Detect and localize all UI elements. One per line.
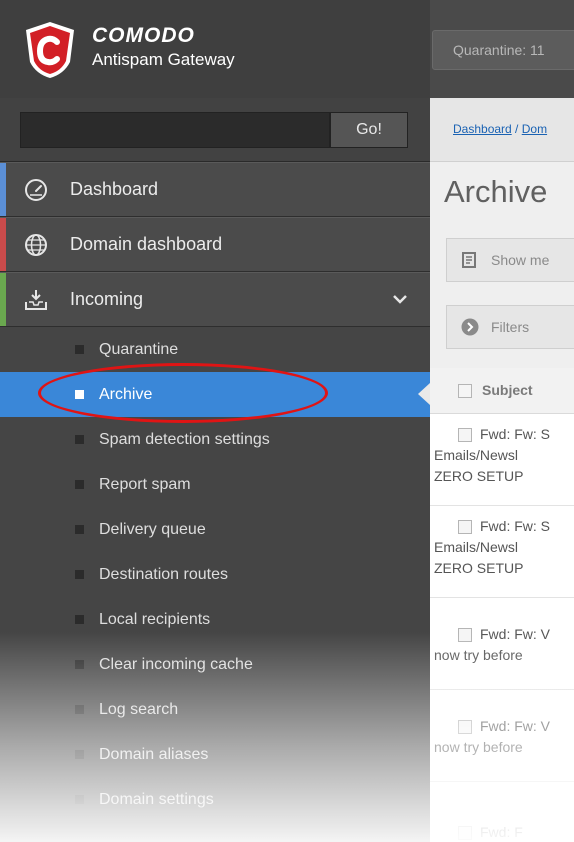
sidebar-item-label: Local recipients bbox=[99, 611, 211, 628]
row-subject-line-2: now try before bbox=[434, 739, 523, 755]
row-subject-line-3: ZERO SETUP bbox=[434, 560, 524, 576]
comodo-shield-logo-icon bbox=[26, 22, 74, 78]
row-subject-line-1: Fwd: Fw: S bbox=[480, 518, 551, 534]
chevron-down-icon[interactable] bbox=[392, 291, 408, 307]
sidebar-item-label: Domain settings bbox=[99, 791, 214, 808]
breadcrumb-link-domain[interactable]: Dom bbox=[522, 122, 547, 136]
bullet-icon bbox=[75, 660, 84, 669]
sidebar-item-label: Domain dashboard bbox=[70, 234, 223, 254]
table-header-subject[interactable]: Subject bbox=[430, 368, 574, 414]
row-subject-line-2: Emails/Newsl bbox=[434, 539, 519, 555]
sidebar-item-dashboard[interactable]: Dashboard bbox=[0, 162, 430, 217]
table-row[interactable]: Fwd: Fw: S Emails/Newsl ZERO SETUP bbox=[430, 414, 574, 506]
accent-bar bbox=[0, 163, 6, 216]
row-checkbox[interactable] bbox=[458, 720, 472, 734]
row-subject-line-1: Fwd: F bbox=[480, 824, 523, 840]
sidebar-item-label: Delivery queue bbox=[99, 521, 206, 538]
go-button[interactable]: Go! bbox=[330, 112, 408, 148]
sidebar-item-delivery-queue[interactable]: Delivery queue bbox=[0, 507, 430, 552]
sidebar-item-label: Log search bbox=[99, 701, 179, 718]
sidebar-item-label: Clear incoming cache bbox=[99, 656, 253, 673]
breadcrumb: Dashboard / Dom bbox=[430, 98, 574, 162]
sidebar-item-quarantine[interactable]: Quarantine bbox=[0, 327, 430, 372]
sidebar-item-incoming[interactable]: Incoming bbox=[0, 272, 430, 327]
search-input[interactable] bbox=[20, 112, 330, 148]
row-subject-line-2: Emails/Newsl bbox=[434, 447, 519, 463]
sidebar-item-spam-detection-settings[interactable]: Spam detection settings bbox=[0, 417, 430, 462]
document-icon bbox=[462, 252, 476, 268]
sidebar-item-label: Dashboard bbox=[70, 179, 159, 199]
table-row[interactable]: Fwd: Fw: V now try before bbox=[430, 598, 574, 690]
brand-name: COMODO bbox=[92, 24, 195, 47]
sidebar-item-domain-dashboard[interactable]: Domain dashboard bbox=[0, 217, 430, 272]
sidebar-item-label: Quarantine bbox=[99, 341, 179, 358]
accent-bar bbox=[0, 273, 6, 326]
bullet-icon bbox=[75, 390, 84, 399]
sidebar: Go! Dashboard Domain dashboard Incoming bbox=[0, 98, 430, 842]
filters-button[interactable]: Filters bbox=[446, 305, 574, 349]
row-checkbox[interactable] bbox=[458, 520, 472, 534]
select-all-checkbox[interactable] bbox=[458, 384, 472, 398]
bullet-icon bbox=[75, 480, 84, 489]
bullet-icon bbox=[75, 525, 84, 534]
logo-area[interactable]: COMODO Antispam Gateway bbox=[0, 0, 430, 98]
archive-table: Subject Fwd: Fw: S Emails/Newsl ZERO SET… bbox=[430, 368, 574, 842]
sidebar-item-label: Domain aliases bbox=[99, 746, 209, 763]
row-subject-line-1: Fwd: Fw: S bbox=[480, 426, 551, 442]
sidebar-item-clear-incoming-cache[interactable]: Clear incoming cache bbox=[0, 642, 430, 687]
bullet-icon bbox=[75, 570, 84, 579]
column-header-label: Subject bbox=[482, 382, 533, 398]
show-me-label: Show me bbox=[491, 252, 550, 268]
globe-icon bbox=[25, 234, 47, 256]
bullet-icon bbox=[75, 705, 84, 714]
quarantine-count-button[interactable]: Quarantine: 11 bbox=[432, 30, 574, 70]
sidebar-item-label: Destination routes bbox=[99, 566, 228, 583]
active-indicator-arrow bbox=[418, 383, 430, 405]
table-row[interactable]: Fwd: F bbox=[430, 782, 574, 842]
sidebar-item-label: Spam detection settings bbox=[99, 431, 270, 448]
row-subject-line-1: Fwd: Fw: V bbox=[480, 718, 551, 734]
search-bar: Go! bbox=[0, 98, 430, 162]
product-name: Antispam Gateway bbox=[92, 50, 235, 69]
row-checkbox[interactable] bbox=[458, 628, 472, 642]
bullet-icon bbox=[75, 750, 84, 759]
sidebar-item-destination-routes[interactable]: Destination routes bbox=[0, 552, 430, 597]
sidebar-item-archive[interactable]: Archive bbox=[0, 372, 430, 417]
chevron-right-circle-icon bbox=[461, 318, 479, 336]
sidebar-item-domain-settings[interactable]: Domain settings bbox=[0, 777, 430, 822]
table-row[interactable]: Fwd: Fw: V now try before bbox=[430, 690, 574, 782]
bullet-icon bbox=[75, 345, 84, 354]
bullet-icon bbox=[75, 615, 84, 624]
sidebar-item-label: Incoming bbox=[70, 289, 144, 309]
sidebar-item-log-search[interactable]: Log search bbox=[0, 687, 430, 732]
row-subject-line-3: ZERO SETUP bbox=[434, 468, 524, 484]
filters-label: Filters bbox=[491, 319, 530, 335]
sidebar-item-label: Report spam bbox=[99, 476, 191, 493]
row-checkbox[interactable] bbox=[458, 826, 472, 840]
sidebar-item-domain-aliases[interactable]: Domain aliases bbox=[0, 732, 430, 777]
bullet-icon bbox=[75, 795, 84, 804]
main-content: Dashboard / Dom Archive Show me Filters … bbox=[430, 98, 574, 842]
table-row[interactable]: Fwd: Fw: S Emails/Newsl ZERO SETUP bbox=[430, 506, 574, 598]
accent-bar bbox=[0, 218, 6, 271]
breadcrumb-separator: / bbox=[511, 122, 522, 136]
sidebar-item-local-recipients[interactable]: Local recipients bbox=[0, 597, 430, 642]
app-header: COMODO Antispam Gateway Quarantine: 11 bbox=[0, 0, 574, 98]
row-checkbox[interactable] bbox=[458, 428, 472, 442]
bullet-icon bbox=[75, 435, 84, 444]
row-subject-line-2: now try before bbox=[434, 647, 523, 663]
row-subject-line-1: Fwd: Fw: V bbox=[480, 626, 551, 642]
show-me-button[interactable]: Show me bbox=[446, 238, 574, 282]
sidebar-item-label: Archive bbox=[99, 386, 153, 403]
breadcrumb-link-dashboard[interactable]: Dashboard bbox=[453, 122, 512, 136]
sidebar-item-report-spam[interactable]: Report spam bbox=[0, 462, 430, 507]
page-title: Archive bbox=[444, 174, 548, 209]
inbox-download-icon bbox=[25, 290, 47, 310]
speedometer-icon bbox=[25, 179, 47, 201]
